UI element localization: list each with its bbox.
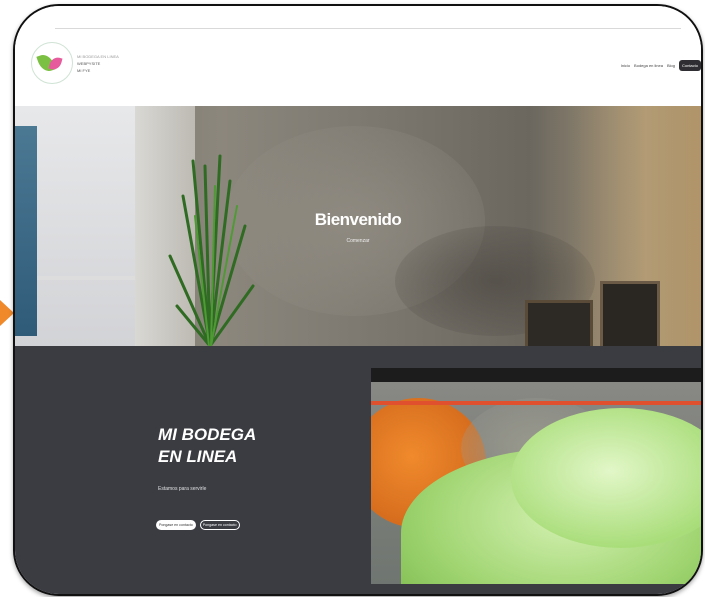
feature-section: MI BODEGA EN LINEA Estamos para servirle… <box>15 346 701 594</box>
feature-subtitle: Estamos para servirle <box>158 486 207 492</box>
feature-title: MI BODEGA EN LINEA <box>158 424 256 468</box>
site-header: MI BODEGA EN LINEA WEBPYSITE MI FYE Inic… <box>15 6 701 106</box>
divider <box>55 28 681 29</box>
feature-title-line2: EN LINEA <box>158 447 238 466</box>
hero-title: Bienvenido <box>314 210 402 229</box>
brand-subline: MI FYE <box>77 68 91 73</box>
nav-item-inicio[interactable]: Inicio <box>621 63 630 68</box>
contact-button[interactable]: Contacto <box>678 60 701 71</box>
hero-cta-link[interactable]: Comenzar <box>15 238 701 244</box>
feature-title-line1: MI BODEGA <box>158 425 257 444</box>
nav-item-bodega[interactable]: Bodega en linea <box>634 63 663 68</box>
feature-buttons: Pongase en contacto Pongase en contacto <box>156 520 240 530</box>
plant-image <box>168 154 255 346</box>
contact-secondary-button[interactable]: Pongase en contacto <box>199 520 240 530</box>
browser-frame: MI BODEGA EN LINEA WEBPYSITE MI FYE Inic… <box>13 4 703 596</box>
picture-frame-image-2 <box>600 281 660 346</box>
main-nav: Inicio Bodega en linea Blog Contacto <box>621 60 701 71</box>
brand-text: MI BODEGA EN LINEA WEBPYSITE MI FYE <box>77 53 119 74</box>
hero-banner: Bienvenido Comenzar <box>15 106 701 346</box>
arrow-indicator-icon <box>0 300 14 326</box>
site-logo[interactable] <box>31 42 73 84</box>
nav-item-blog[interactable]: Blog <box>667 63 675 68</box>
picture-frame-image <box>525 300 593 346</box>
contact-primary-button[interactable]: Pongase en contacto <box>156 520 196 530</box>
photo-red-line <box>371 401 701 405</box>
photo-top-strip <box>371 368 701 382</box>
brand-name: MI BODEGA EN LINEA <box>77 54 119 59</box>
person-image <box>15 126 37 336</box>
produce-photo <box>371 368 701 584</box>
brand-tagline: WEBPYSITE <box>77 61 101 66</box>
